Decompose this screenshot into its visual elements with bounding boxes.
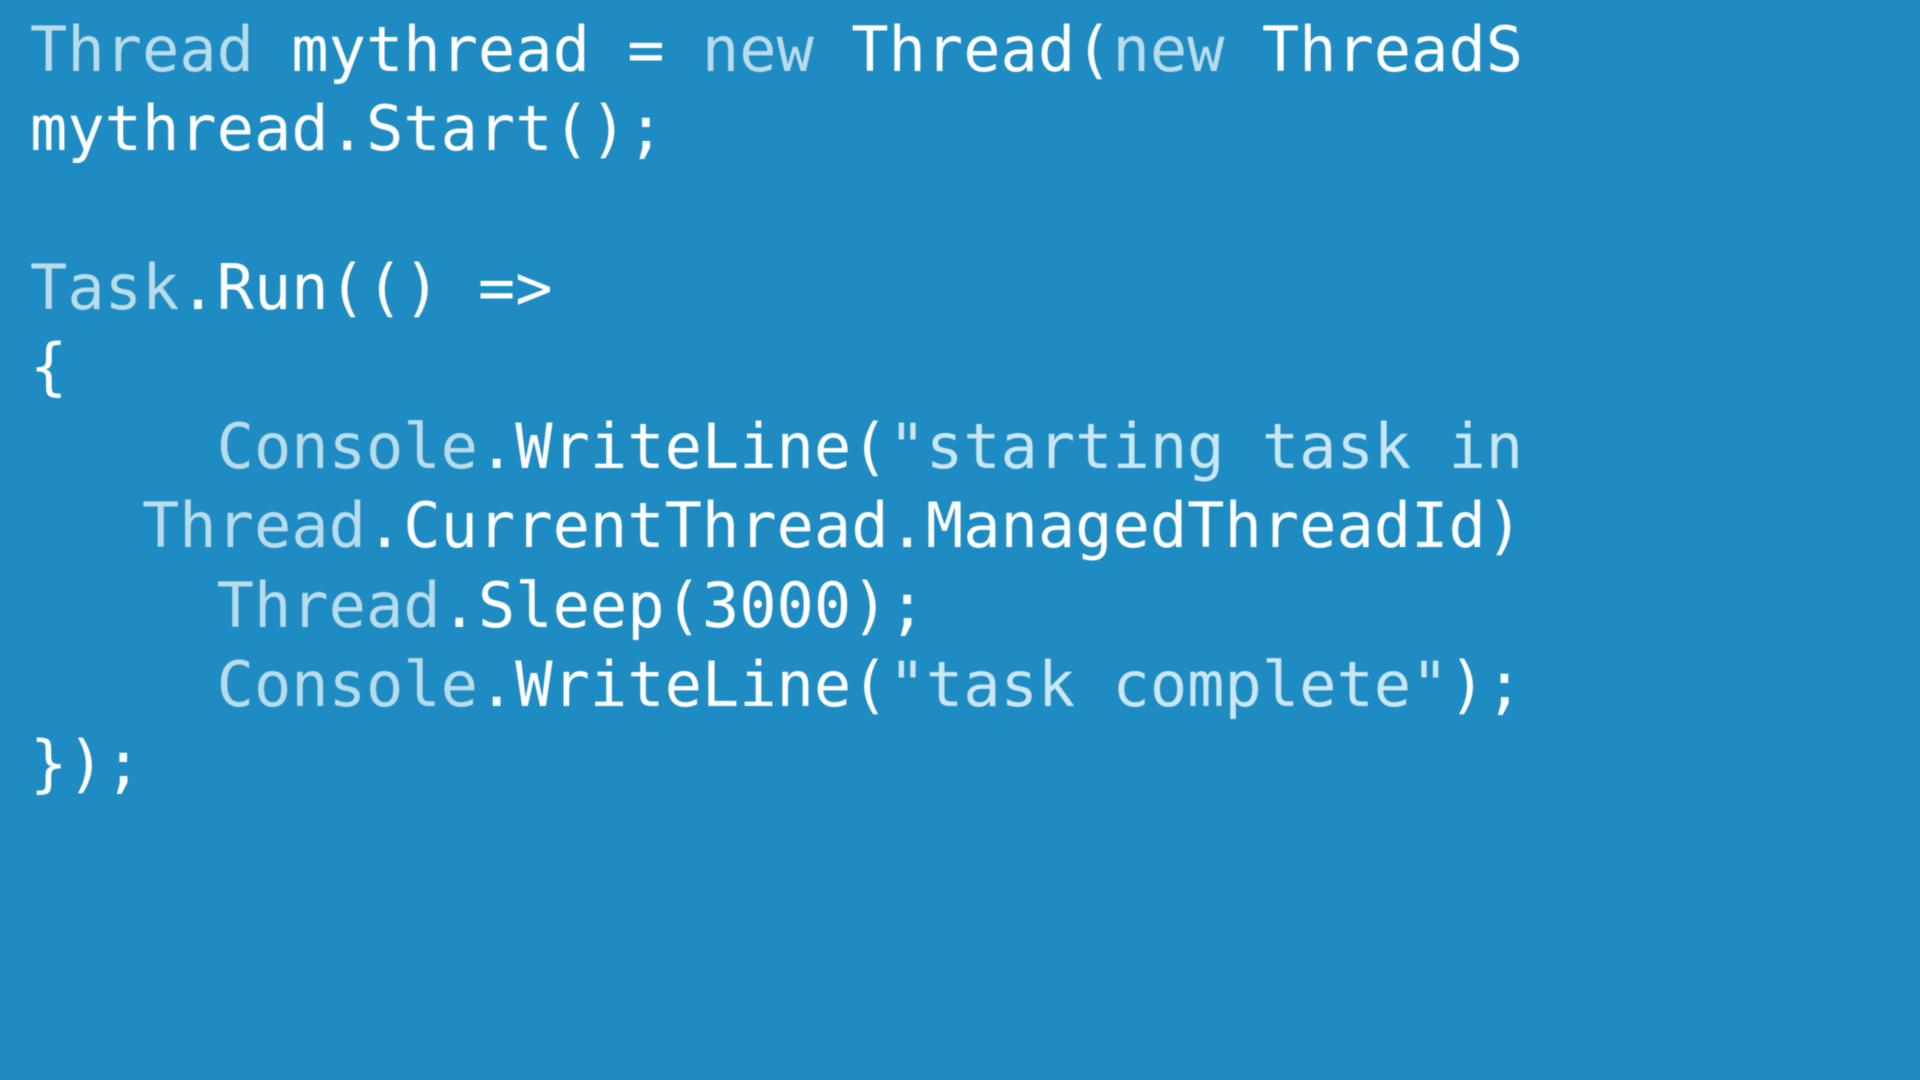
type-token: Thread: [142, 489, 366, 562]
operator-token: =: [627, 13, 664, 86]
identifier-token: Thread(: [814, 13, 1113, 86]
code-editor[interactable]: Thread mythread = new Thread(new ThreadS…: [0, 0, 1920, 804]
code-line-7: Thread.CurrentThread.ManagedThreadId): [30, 489, 1523, 562]
type-token: Console: [217, 648, 478, 721]
indent: [30, 648, 217, 721]
space-token: [665, 13, 702, 86]
property-token: .CurrentThread.ManagedThreadId): [366, 489, 1523, 562]
brace-token: });: [30, 727, 142, 800]
string-token: "starting task in: [889, 410, 1524, 483]
code-line-4: Task.Run(() =>: [30, 251, 553, 324]
statement-token: mythread.Start();: [30, 92, 665, 165]
indent: [30, 410, 217, 483]
indent: [30, 489, 142, 562]
code-line-10: });: [30, 727, 142, 800]
indent: [30, 569, 217, 642]
identifier-token: ThreadS: [1225, 13, 1524, 86]
brace-token: {: [30, 330, 67, 403]
type-token: Task: [30, 251, 179, 324]
identifier-token: mythread: [254, 13, 627, 86]
method-token: .WriteLine(: [478, 648, 889, 721]
keyword-token: new: [702, 13, 814, 86]
code-line-2: mythread.Start();: [30, 92, 665, 165]
code-line-6: Console.WriteLine("starting task in: [30, 410, 1523, 483]
keyword-token: new: [1113, 13, 1225, 86]
type-token: Console: [217, 410, 478, 483]
type-token: Thread: [217, 569, 441, 642]
code-line-1: Thread mythread = new Thread(new ThreadS: [30, 13, 1523, 86]
type-token: Thread: [30, 13, 254, 86]
string-token: "task complete": [889, 648, 1449, 721]
method-token: .Run(() =>: [179, 251, 552, 324]
code-line-8: Thread.Sleep(3000);: [30, 569, 926, 642]
number-token: 3000: [702, 569, 851, 642]
punct-token: );: [1448, 648, 1523, 721]
punct-token: );: [851, 569, 926, 642]
code-line-5: {: [30, 330, 67, 403]
method-token: .Sleep(: [441, 569, 702, 642]
method-token: .WriteLine(: [478, 410, 889, 483]
code-line-9: Console.WriteLine("task complete");: [30, 648, 1523, 721]
